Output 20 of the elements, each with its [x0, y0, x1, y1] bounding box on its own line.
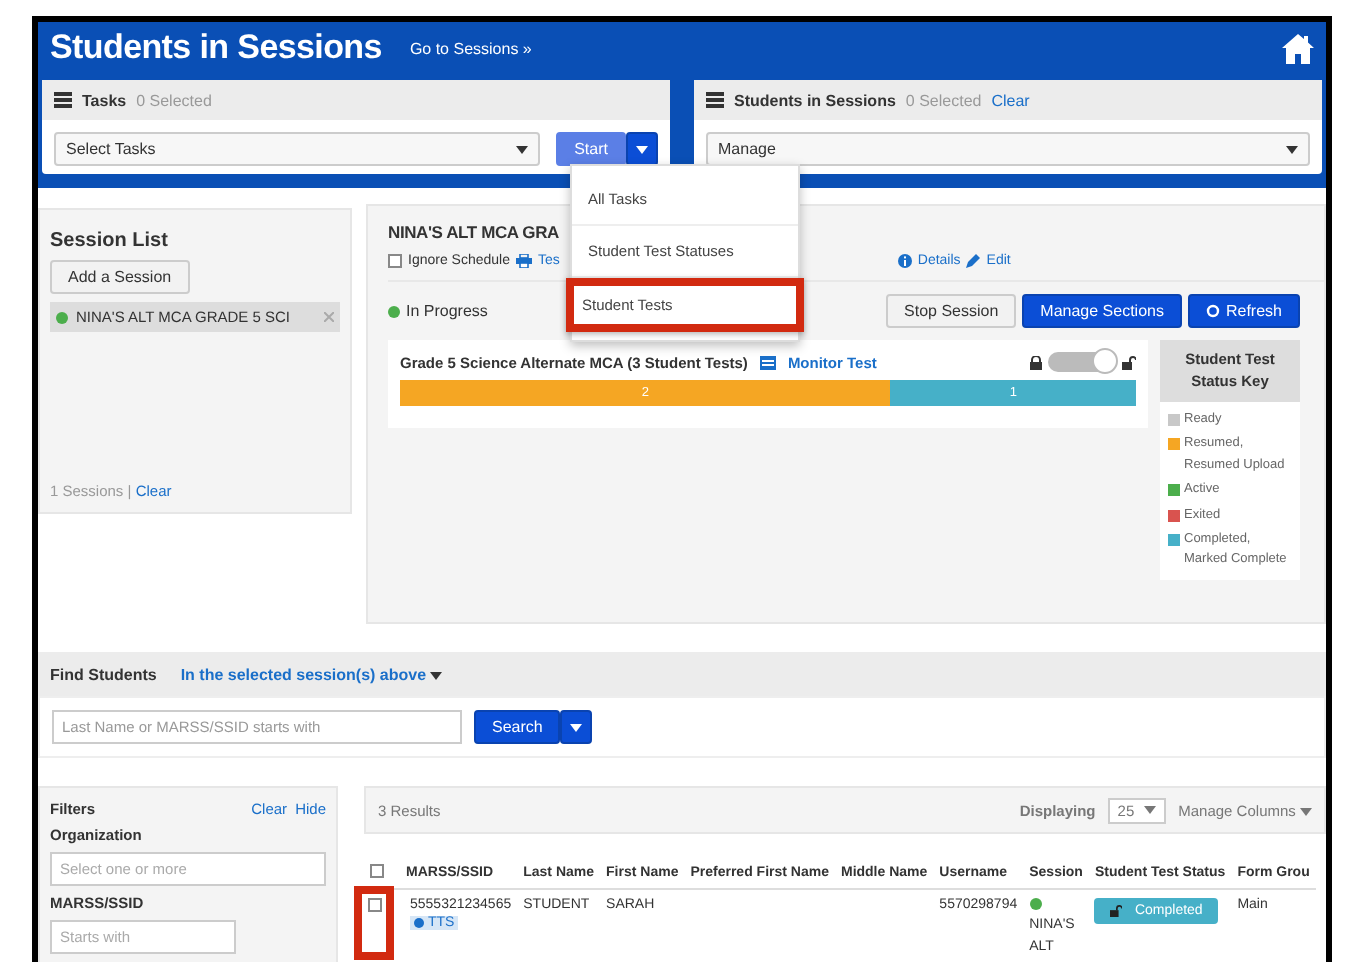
search-button[interactable]: Search [474, 710, 561, 744]
go-to-sessions-link[interactable]: Go to Sessions » [409, 39, 532, 57]
add-session-button[interactable]: Add a Session [50, 260, 190, 294]
selected-count: 0 Selected [905, 91, 982, 109]
manage-select[interactable]: Manage [706, 132, 1310, 166]
manage-sections-button[interactable]: Manage Sections [1022, 294, 1182, 328]
stop-session-button[interactable]: Stop Session [886, 294, 1017, 328]
refresh-button[interactable]: Refresh [1187, 294, 1300, 328]
panel-title: Session List [50, 230, 170, 252]
tasks-select[interactable]: Select Tasks [54, 132, 541, 166]
page-title: Students in Sessions [50, 28, 382, 68]
panel-title: Find Students [50, 665, 157, 683]
session-title: NINA'S ALT MCA GRA [388, 222, 561, 242]
scope-dropdown[interactable]: In the selected session(s) above [180, 665, 443, 683]
selected-count: 0 Selected [136, 91, 212, 109]
panel-title: Tasks [82, 91, 127, 109]
start-button[interactable]: Start [556, 132, 626, 166]
clear-link[interactable]: Clear [991, 91, 1030, 109]
panel-title: Students in Sessions [734, 91, 896, 109]
session-status: In Progress [406, 302, 488, 320]
